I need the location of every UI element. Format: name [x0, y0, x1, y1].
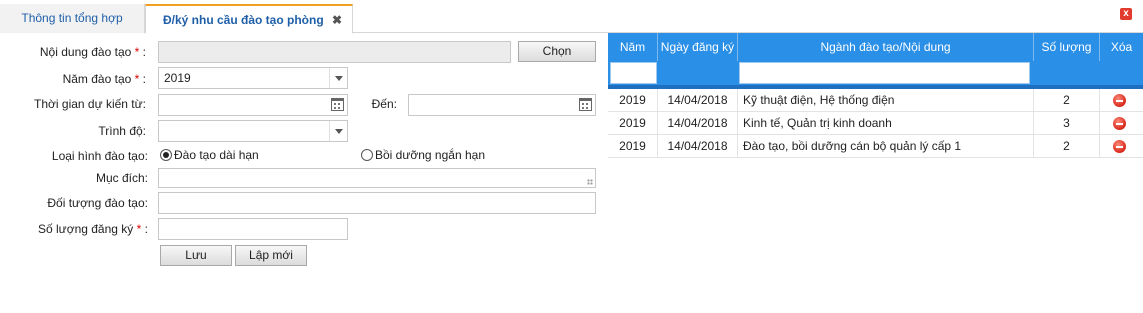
- calendar-icon[interactable]: [579, 98, 592, 111]
- required-mark: *: [136, 222, 142, 236]
- window-close-icon[interactable]: x: [1120, 8, 1132, 20]
- col-so-luong[interactable]: Số lượng: [1034, 33, 1100, 61]
- nam-select[interactable]: 2019: [158, 67, 348, 89]
- grid-header: Năm Ngày đăng ký Ngành đào tạo/Nội dung …: [608, 33, 1143, 85]
- cell-ngay: 14/04/2018: [658, 135, 738, 158]
- doi-tuong-input[interactable]: [158, 192, 596, 214]
- cell-so-luong: 2: [1034, 135, 1100, 158]
- cell-so-luong: 3: [1034, 112, 1100, 135]
- calendar-icon[interactable]: [331, 98, 344, 111]
- label-text: Năm đào tạo: [62, 72, 132, 86]
- cell-nganh: Đào tạo, bồi dưỡng cán bộ quản lý cấp 1: [738, 135, 1034, 158]
- delete-icon[interactable]: [1113, 140, 1126, 153]
- cell-nam: 2019: [608, 89, 658, 112]
- so-luong-label: Số lượng đăng ký * :: [38, 222, 148, 236]
- col-ngay-dang-ky[interactable]: Ngày đăng ký: [658, 33, 738, 61]
- label-colon: :: [144, 222, 148, 236]
- so-luong-input[interactable]: [158, 218, 348, 240]
- col-xoa: Xóa: [1110, 40, 1133, 54]
- trinh-do-label: Trình độ:: [98, 124, 146, 138]
- filter-nganh-input[interactable]: [739, 62, 1030, 84]
- table-row[interactable]: 2019 14/04/2018 Đào tạo, bồi dưỡng cán b…: [608, 135, 1143, 158]
- required-mark: *: [134, 45, 140, 59]
- den-label: Đến:: [371, 97, 397, 111]
- den-input[interactable]: [408, 94, 596, 116]
- noi-dung-input[interactable]: [158, 41, 511, 63]
- table-row[interactable]: 2019 14/04/2018 Kỹ thuật điện, Hệ thống …: [608, 89, 1143, 112]
- chon-button[interactable]: Chọn: [518, 41, 596, 62]
- thoi-gian-tu-input[interactable]: [158, 94, 348, 116]
- cell-nganh: Kinh tế, Quản trị kinh doanh: [738, 112, 1034, 135]
- cell-ngay: 14/04/2018: [658, 112, 738, 135]
- delete-icon[interactable]: [1113, 94, 1126, 107]
- save-button[interactable]: Lưu: [160, 245, 232, 266]
- nam-label: Năm đào tạo * :: [63, 72, 146, 86]
- loai-hinh-label: Loại hình đào tạo:: [51, 149, 148, 163]
- registration-grid: Năm Ngày đăng ký Ngành đào tạo/Nội dung …: [608, 33, 1143, 158]
- cell-nam: 2019: [608, 112, 658, 135]
- radio-label: Bồi dưỡng ngắn hạn: [375, 148, 485, 162]
- noi-dung-label: Nội dung đào tạo * :: [40, 45, 146, 59]
- filter-nam-input[interactable]: [610, 62, 657, 84]
- col-nam[interactable]: Năm: [608, 33, 658, 61]
- trinh-do-select[interactable]: [158, 120, 348, 142]
- col-nganh-dao-tao[interactable]: Ngành đào tạo/Nội dung: [738, 33, 1034, 61]
- reset-button[interactable]: Lập mới: [235, 245, 307, 266]
- table-row[interactable]: 2019 14/04/2018 Kinh tế, Quản trị kinh d…: [608, 112, 1143, 135]
- tab-close-icon[interactable]: ✖: [332, 6, 342, 34]
- radio-unselected-icon[interactable]: [361, 149, 373, 161]
- muc-dich-textarea[interactable]: [158, 168, 596, 188]
- radio-selected-icon[interactable]: [160, 149, 172, 161]
- cell-ngay: 14/04/2018: [658, 89, 738, 112]
- label-text: Số lượng đăng ký: [38, 222, 134, 236]
- thoi-gian-label: Thời gian dự kiến từ:: [34, 97, 146, 111]
- cell-so-luong: 2: [1034, 89, 1100, 112]
- radio-dao-tao-dai-han[interactable]: Đào tạo dài hạn: [160, 148, 259, 162]
- chevron-down-icon[interactable]: [329, 121, 347, 141]
- tab-label: Đ/ký nhu cầu đào tạo phòng: [163, 13, 324, 27]
- tab-bar: Thông tin tổng hợp Đ/ký nhu cầu đào tạo …: [0, 0, 1143, 34]
- tab-dang-ky-nhu-cau[interactable]: Đ/ký nhu cầu đào tạo phòng ✖: [145, 4, 353, 34]
- label-colon: :: [142, 45, 146, 59]
- radio-boi-duong-ngan-han[interactable]: Bồi dưỡng ngắn hạn: [361, 148, 485, 162]
- label-text: Nội dung đào tạo: [39, 45, 132, 59]
- muc-dich-label: Mục đích:: [95, 171, 148, 185]
- chevron-down-icon[interactable]: [329, 68, 347, 88]
- cell-nam: 2019: [608, 135, 658, 158]
- delete-icon[interactable]: [1113, 117, 1126, 130]
- tab-thong-tin-tong-hop[interactable]: Thông tin tổng hợp: [0, 4, 145, 33]
- resize-grip-icon[interactable]: [587, 179, 593, 185]
- radio-label: Đào tạo dài hạn: [174, 148, 259, 162]
- cell-nganh: Kỹ thuật điện, Hệ thống điện: [738, 89, 1034, 112]
- label-colon: :: [142, 72, 146, 86]
- required-mark: *: [134, 72, 140, 86]
- doi-tuong-label: Đối tượng đào tạo:: [47, 196, 148, 210]
- nam-value: 2019: [164, 71, 191, 85]
